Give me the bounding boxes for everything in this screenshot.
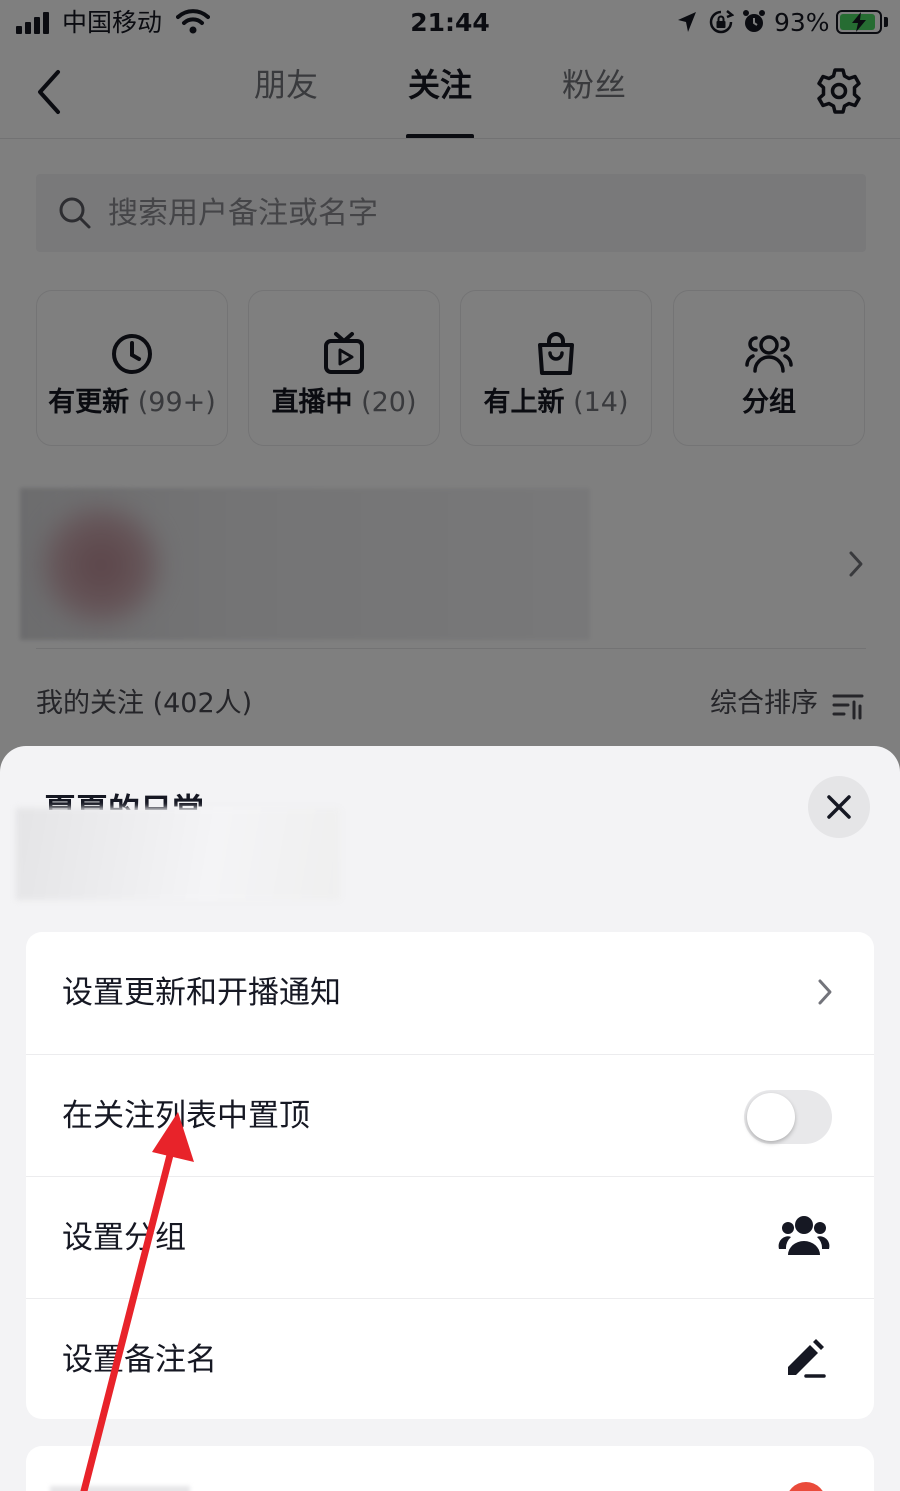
annotation-arrow-icon [80, 1112, 194, 1491]
